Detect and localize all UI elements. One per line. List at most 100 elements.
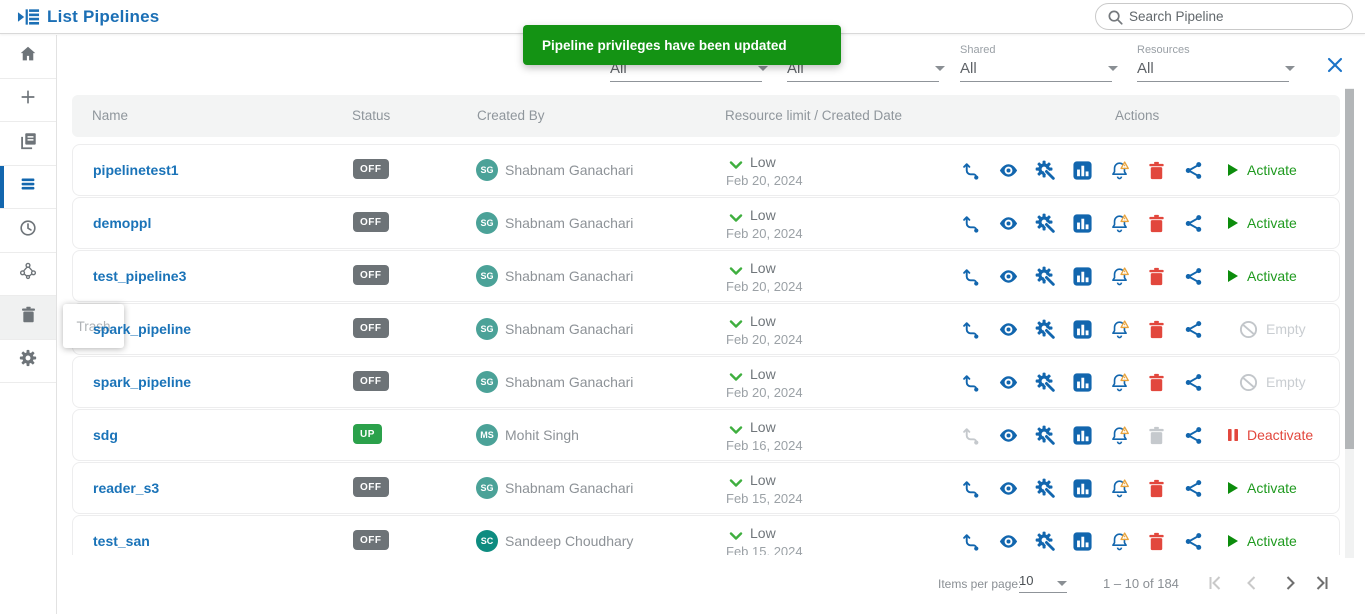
chevron-down-icon[interactable] [935,66,945,71]
alert-bell-icon[interactable] [1109,372,1130,393]
share-icon[interactable] [1183,478,1204,499]
pipeline-name-link[interactable]: spark_pipeline [93,304,191,354]
filter-dropdown-resources[interactable]: Resources All [1137,44,1298,84]
chevron-down-icon[interactable] [1285,66,1295,71]
configure-icon[interactable] [1035,425,1056,446]
share-icon[interactable] [1183,372,1204,393]
route-icon[interactable] [961,372,982,393]
analytics-icon[interactable] [1072,213,1093,234]
action-button[interactable]: Activate [1227,251,1297,301]
pipeline-name-link[interactable]: reader_s3 [93,463,159,513]
route-icon[interactable] [961,160,982,181]
route-icon[interactable] [961,531,982,552]
scrollbar-thumb[interactable] [1345,89,1354,449]
configure-icon[interactable] [1035,213,1056,234]
chevron-down-icon[interactable] [729,263,743,275]
delete-icon[interactable] [1146,531,1167,552]
eye-icon[interactable] [998,266,1019,287]
eye-icon[interactable] [998,531,1019,552]
route-icon[interactable] [961,266,982,287]
close-filters-icon[interactable] [1326,56,1344,74]
alert-bell-icon[interactable] [1109,266,1130,287]
sidebar-item-trash[interactable] [0,296,56,340]
chevron-down-icon[interactable] [729,316,743,328]
alert-bell-icon[interactable] [1109,213,1130,234]
analytics-icon[interactable] [1072,425,1093,446]
chevron-down-icon[interactable] [729,422,743,434]
delete-icon[interactable] [1146,266,1167,287]
configure-icon[interactable] [1035,266,1056,287]
sidebar-item-home[interactable] [0,35,56,79]
sidebar-item-history[interactable] [0,209,56,253]
chevron-down-icon[interactable] [729,369,743,381]
route-icon[interactable] [961,319,982,340]
eye-icon[interactable] [998,319,1019,340]
alert-bell-icon[interactable] [1109,531,1130,552]
chevron-down-icon[interactable] [729,210,743,222]
sidebar-item-pages[interactable] [0,122,56,166]
delete-icon[interactable] [1146,478,1167,499]
chevron-down-icon[interactable] [729,157,743,169]
share-icon[interactable] [1183,531,1204,552]
share-icon[interactable] [1183,425,1204,446]
action-button[interactable]: Activate [1227,516,1297,555]
alert-bell-icon[interactable] [1109,160,1130,181]
analytics-icon[interactable] [1072,531,1093,552]
search-box[interactable] [1095,3,1353,30]
pipeline-name-link[interactable]: spark_pipeline [93,357,191,407]
route-icon[interactable] [961,213,982,234]
share-icon[interactable] [1183,266,1204,287]
sidebar-item-settings[interactable] [0,340,56,383]
items-per-page-select[interactable]: 10 [1019,573,1067,593]
analytics-icon[interactable] [1072,478,1093,499]
action-button[interactable]: Activate [1227,198,1297,248]
chevron-down-icon[interactable] [729,528,743,540]
eye-icon[interactable] [998,213,1019,234]
configure-icon[interactable] [1035,531,1056,552]
delete-icon[interactable] [1146,425,1167,446]
pipeline-name-link[interactable]: pipelinetest1 [93,145,179,195]
configure-icon[interactable] [1035,160,1056,181]
action-button[interactable]: Deactivate [1227,410,1313,460]
route-icon[interactable] [961,478,982,499]
previous-page-button[interactable] [1243,574,1261,592]
delete-icon[interactable] [1146,213,1167,234]
first-page-button[interactable] [1206,574,1224,592]
eye-icon[interactable] [998,478,1019,499]
scrollbar-track[interactable] [1345,88,1354,558]
configure-icon[interactable] [1035,372,1056,393]
analytics-icon[interactable] [1072,319,1093,340]
next-page-button[interactable] [1281,574,1299,592]
share-icon[interactable] [1183,319,1204,340]
chevron-down-icon[interactable] [758,66,768,71]
sidebar-item-workflows[interactable] [0,253,56,296]
sidebar-item-create[interactable] [0,79,56,122]
analytics-icon[interactable] [1072,266,1093,287]
last-page-button[interactable] [1313,574,1331,592]
chevron-down-icon[interactable] [1108,66,1118,71]
share-icon[interactable] [1183,213,1204,234]
route-icon[interactable] [961,425,982,446]
delete-icon[interactable] [1146,160,1167,181]
pipeline-name-link[interactable]: test_san [93,516,150,555]
search-input[interactable] [1129,5,1339,28]
alert-bell-icon[interactable] [1109,478,1130,499]
eye-icon[interactable] [998,425,1019,446]
eye-icon[interactable] [998,372,1019,393]
chevron-down-icon[interactable] [729,475,743,487]
configure-icon[interactable] [1035,478,1056,499]
alert-bell-icon[interactable] [1109,319,1130,340]
delete-icon[interactable] [1146,319,1167,340]
action-button[interactable]: Activate [1227,145,1297,195]
eye-icon[interactable] [998,160,1019,181]
action-button[interactable]: Empty [1227,357,1306,407]
pipeline-name-link[interactable]: sdg [93,410,118,460]
configure-icon[interactable] [1035,319,1056,340]
alert-bell-icon[interactable] [1109,425,1130,446]
action-button[interactable]: Activate [1227,463,1297,513]
sidebar-item-pipelines-list[interactable] [0,165,56,209]
analytics-icon[interactable] [1072,160,1093,181]
pipeline-name-link[interactable]: test_pipeline3 [93,251,186,301]
pipeline-name-link[interactable]: demoppl [93,198,151,248]
analytics-icon[interactable] [1072,372,1093,393]
